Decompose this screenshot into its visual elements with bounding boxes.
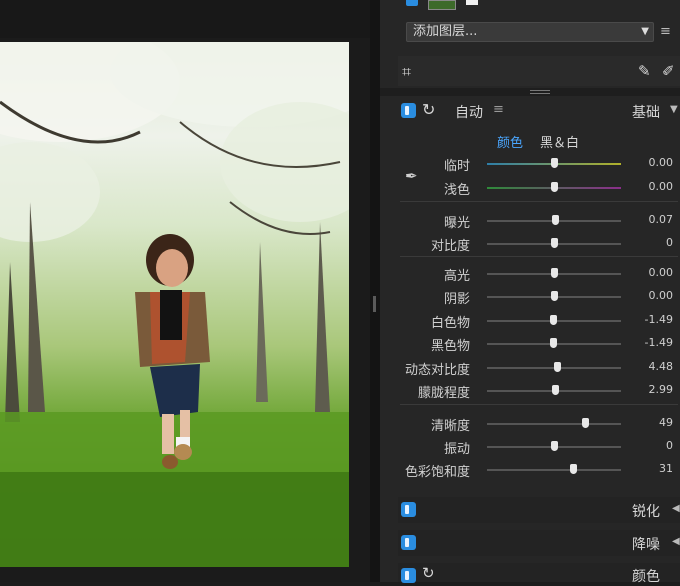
slider-thumb[interactable] <box>551 158 558 168</box>
slider-label: 对比度 <box>430 239 470 254</box>
slider-value[interactable]: 2.99 <box>633 383 674 396</box>
slider-thumb[interactable] <box>551 238 558 248</box>
crop-icon[interactable]: ⌗ <box>402 62 411 82</box>
slider-value[interactable]: 0 <box>633 236 673 249</box>
layer-menu-icon[interactable]: ≡ <box>660 24 676 40</box>
slider-label: 白色物 <box>430 316 470 331</box>
slider-label: 临时 <box>443 159 470 174</box>
slider-label: 色彩饱和度 <box>404 465 470 480</box>
slider-value[interactable]: 31 <box>633 462 673 475</box>
slider-label: 高光 <box>443 269 470 284</box>
layer-visibility-toggle[interactable] <box>406 0 418 6</box>
slider-value[interactable]: 0.00 <box>633 180 674 193</box>
slider-thumb[interactable] <box>551 268 558 278</box>
slider-track[interactable] <box>487 423 621 425</box>
layer-thumbnail[interactable] <box>428 0 456 10</box>
slider-track[interactable] <box>487 469 621 471</box>
slider-value[interactable]: 0 <box>633 439 673 452</box>
chevron-down-icon: ▼ <box>641 26 649 37</box>
slider-thumb[interactable] <box>552 385 560 395</box>
auto-menu-icon[interactable]: ≡ <box>493 102 504 117</box>
section-color-title: 颜色 <box>632 569 660 585</box>
slider-thumb[interactable] <box>551 441 558 451</box>
slider-thumb[interactable] <box>549 338 557 348</box>
collapse-icon[interactable]: ▼ <box>670 104 678 115</box>
photo-image <box>0 42 349 567</box>
separator <box>400 404 678 405</box>
section-denoise-title: 降噪 <box>632 537 660 553</box>
preset-label[interactable]: 基础 <box>632 102 660 122</box>
slider-value[interactable]: 0.00 <box>633 156 674 169</box>
add-layer-select-value: 添加图层... <box>413 24 478 39</box>
section-sharpen-title: 锐化 <box>632 504 660 520</box>
slider-thumb[interactable] <box>551 215 559 225</box>
slider-value[interactable]: 4.48 <box>633 360 674 373</box>
slider-thumb[interactable] <box>570 464 578 474</box>
brush-icon[interactable]: ✐ <box>662 62 675 80</box>
slider-value[interactable]: 0.00 <box>633 289 674 302</box>
sharpen-enable-toggle[interactable] <box>401 502 416 517</box>
basic-enable-toggle[interactable] <box>401 103 416 118</box>
divider-grip-line <box>530 90 550 91</box>
photo-canvas[interactable] <box>0 42 349 567</box>
slider-thumb[interactable] <box>553 362 561 372</box>
slider-value[interactable]: 49 <box>633 416 673 429</box>
separator <box>400 201 678 202</box>
slider-label: 动态对比度 <box>404 363 470 378</box>
reset-icon[interactable]: ↻ <box>422 100 435 119</box>
color-enable-toggle[interactable] <box>401 568 416 583</box>
color-reset-icon[interactable]: ↻ <box>422 564 435 582</box>
tab-bw[interactable]: 黑＆白 <box>540 132 579 151</box>
slider-label: 曝光 <box>443 216 470 231</box>
slider-label: 阴影 <box>443 292 470 307</box>
expand-icon[interactable]: ◀ <box>672 536 680 547</box>
slider-label: 清晰度 <box>430 419 470 434</box>
slider-value[interactable]: -1.49 <box>633 336 673 349</box>
divider-grip-line <box>530 93 550 94</box>
slider-value[interactable]: 0.07 <box>633 213 674 226</box>
slider-thumb[interactable] <box>549 315 557 325</box>
layer-row-top <box>380 0 680 14</box>
auto-button[interactable]: 自动 <box>455 102 483 122</box>
tab-color[interactable]: 颜色 <box>497 132 523 151</box>
slider-thumb[interactable] <box>581 418 589 428</box>
splitter-grip[interactable] <box>373 296 376 312</box>
eraser-icon[interactable]: ✎ <box>638 62 651 80</box>
canvas-top-strip <box>0 0 370 38</box>
add-layer-select[interactable]: 添加图层... ▼ <box>406 22 654 42</box>
canvas-area <box>0 0 370 582</box>
slider-thumb[interactable] <box>551 291 558 301</box>
slider-value[interactable]: 0.00 <box>633 266 674 279</box>
layer-mask-thumbnail[interactable] <box>466 0 478 5</box>
slider-label: 振动 <box>443 442 470 457</box>
slider-thumb[interactable] <box>551 182 558 192</box>
slider-value[interactable]: -1.49 <box>633 313 673 326</box>
expand-icon[interactable]: ◀ <box>672 503 680 514</box>
separator <box>400 256 678 257</box>
slider-label: 朦胧程度 <box>417 386 470 401</box>
slider-label: 浅色 <box>443 183 470 198</box>
slider-label: 黑色物 <box>430 339 470 354</box>
denoise-enable-toggle[interactable] <box>401 535 416 550</box>
